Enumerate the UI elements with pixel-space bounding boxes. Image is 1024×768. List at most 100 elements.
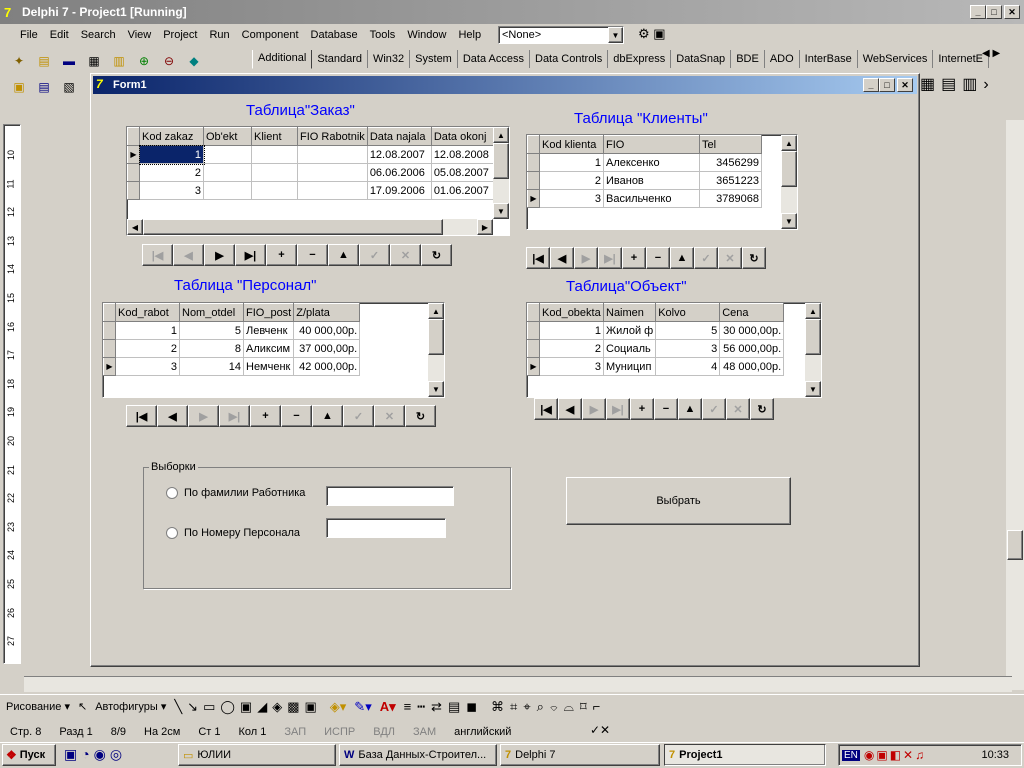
refresh-icon[interactable]: ↻ [750,398,774,420]
insert-icon[interactable]: + [250,405,281,427]
refresh-icon[interactable]: ↻ [742,247,766,269]
next-icon[interactable]: ▶ [188,405,219,427]
next-icon[interactable]: ▶ [574,247,598,269]
palette-tab-12[interactable]: InternetE [933,50,989,68]
insert-icon[interactable]: + [630,398,654,420]
grid-cell[interactable]: 2 [539,339,604,358]
first-icon[interactable]: |◀ [126,405,157,427]
grid-cell[interactable]: 48 000,00р. [719,357,785,376]
radio-by-surname[interactable]: По фамилии Работника [166,487,305,499]
grid-cell[interactable] [203,145,252,164]
table-row[interactable]: 2 06.06.2006 05.08.2007 [127,163,494,182]
palette-tab-3[interactable]: System [410,50,458,68]
grid-cell[interactable]: 05.08.2007 [431,163,494,182]
grid-hscroll[interactable]: ◀ ▶ [127,219,493,235]
grid-cell[interactable]: 3 [139,181,204,200]
table-row[interactable]: 1 Алексенко 3456299 [527,153,762,172]
form-close-icon[interactable]: ✕ [897,78,913,92]
cancel-icon[interactable]: ✕ [718,247,742,269]
grid-cell[interactable]: Муницип [603,357,657,376]
word-hscroll[interactable] [24,676,1012,692]
table-row[interactable]: 3 17.09.2006 01.06.2007 [127,181,494,200]
word-right-scroll[interactable] [1006,120,1024,690]
open-icon[interactable]: ▤ [33,50,55,72]
toggle-icon[interactable]: ▧ [58,76,80,98]
grid-cell[interactable]: 1 [539,153,604,172]
line-style-icons[interactable]: ≡┅⇄▤◼ [404,699,483,715]
grid-cell[interactable]: 3456299 [699,153,762,172]
grid-cell[interactable]: 8 [179,339,244,358]
minimize-icon[interactable]: _ [970,5,986,19]
palette-tab-1[interactable]: Standard [312,50,368,68]
menu-search[interactable]: Search [75,26,122,46]
column-header[interactable]: FIO_post [242,303,295,322]
grid-cell[interactable]: 37 000,00р. [293,339,361,358]
language-indicator[interactable]: EN [842,749,860,761]
clients-grid[interactable]: Kod klienta FIO Tel 1 Алексенко 3456299 2 Ивано… [526,134,798,230]
grid-vscroll[interactable]: ▲ ▼ [493,127,509,219]
table-row[interactable]: ▶ 3 Муницип 4 48 000,00р. [527,357,785,376]
post-icon[interactable]: ✓ [343,405,374,427]
line-color-icon[interactable]: ✎▾ [354,699,371,715]
orders-grid[interactable]: Kod zakaz Ob'ekt Klient FIO Rabotnik Data na… [126,126,510,236]
refresh-icon[interactable]: ↻ [405,405,436,427]
scroll-up-icon[interactable]: ▲ [428,303,444,319]
next-icon[interactable]: ▶ [582,398,606,420]
grid-cell[interactable]: Жилой ф [603,321,657,340]
menu-project[interactable]: Project [157,26,203,46]
remove-file-icon[interactable]: ⊖ [158,50,180,72]
grid-cell[interactable]: Иванов [603,171,700,190]
scroll-down-icon[interactable]: ▼ [805,381,821,397]
taskbar-item-word[interactable]: W База Данных-Строител... [339,744,497,766]
personal-grid[interactable]: Kod_rabot Nom_otdel FIO_post Z/plata 1 5 Левче… [102,302,445,398]
last-icon[interactable]: ▶| [235,244,266,266]
menu-help[interactable]: Help [452,26,487,46]
column-header[interactable]: Nom_otdel [179,303,244,322]
drawing-tools-icons[interactable]: ╲↘▭◯▣◢◈▩▣ [174,699,321,715]
grid-cell[interactable] [251,145,298,164]
help-icon[interactable]: ◆ [183,50,205,72]
pointer-icon[interactable]: ↖ [78,700,87,713]
post-icon[interactable]: ✓ [694,247,718,269]
grid-cell[interactable]: Левченк [243,321,295,340]
column-header[interactable]: Kolvo [655,303,721,322]
edit-icon[interactable]: ▲ [670,247,694,269]
toolbar-extra-icons[interactable]: ⚙ ▣ [638,26,666,42]
column-header[interactable]: Cena [719,303,785,322]
prior-icon[interactable]: ◀ [173,244,204,266]
delete-icon[interactable]: − [654,398,678,420]
last-icon[interactable]: ▶| [606,398,630,420]
column-header[interactable]: Data najala [366,127,432,146]
objects-grid[interactable]: Kod_obekta Naimen Kolvo Cena 1 Жилой ф 5 30 000… [526,302,822,398]
edit-icon[interactable]: ▲ [328,244,359,266]
menu-run[interactable]: Run [203,26,235,46]
column-header[interactable]: Kod_obekta [539,303,604,322]
palette-scroll[interactable]: ◀ ▶ [982,48,1000,59]
column-header[interactable]: Ob'ekt [203,127,252,146]
radio-by-personal-number[interactable]: По Номеру Персонала [166,527,300,539]
spell-check-icon[interactable]: ✓✕ [590,723,610,737]
grid-cell[interactable]: 3651223 [699,171,762,190]
grid-cell[interactable]: 5 [179,321,244,340]
column-header[interactable]: Naimen [602,303,657,322]
extra-draw-icons[interactable]: ⌘⌗⌖⌕⌔⌓⌑⌐ [491,699,606,715]
scroll-thumb[interactable] [805,319,821,355]
last-icon[interactable]: ▶| [598,247,622,269]
grid-cell[interactable] [251,163,298,182]
first-icon[interactable]: |◀ [526,247,550,269]
column-header[interactable]: FIO Rabotnik [297,127,368,146]
scroll-thumb[interactable] [143,219,443,235]
grid-cell[interactable]: 4 [655,357,721,376]
menu-view[interactable]: View [122,26,158,46]
grid-cell[interactable]: Аликсим [243,339,295,358]
menu-file[interactable]: File [14,26,44,46]
scroll-thumb[interactable] [493,143,509,179]
grid-cell[interactable]: 1 [115,321,180,340]
drawing-menu[interactable]: Рисование ▾ [6,700,70,713]
refresh-icon[interactable]: ↻ [421,244,452,266]
delete-icon[interactable]: − [281,405,312,427]
radio-icon[interactable] [166,487,178,499]
scroll-up-icon[interactable]: ▲ [493,127,509,143]
post-icon[interactable]: ✓ [359,244,390,266]
table-row[interactable]: 2 Социаль 3 56 000,00р. [527,339,785,358]
